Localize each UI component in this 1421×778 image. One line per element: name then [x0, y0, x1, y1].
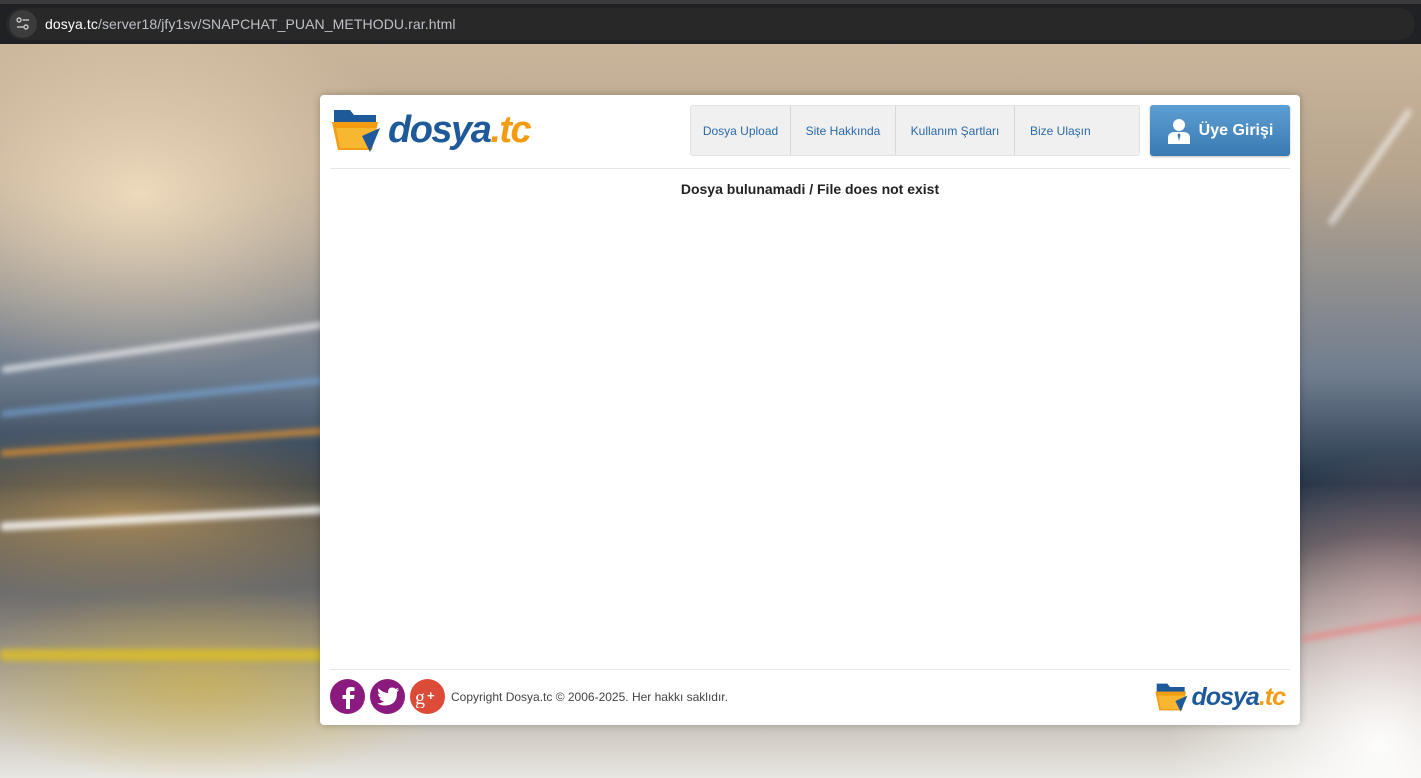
- main-card: dosya.tc Dosya Upload Site Hakkında Kull…: [320, 95, 1300, 725]
- nav-site-hakkinda[interactable]: Site Hakkında: [791, 106, 896, 155]
- logo-text: dosya.tc: [388, 109, 532, 151]
- copyright-text: Copyright Dosya.tc © 2006-2025. Her hakk…: [451, 690, 728, 704]
- browser-toolbar: dosya.tc/server18/jfy1sv/SNAPCHAT_PUAN_M…: [0, 0, 1421, 44]
- address-bar[interactable]: dosya.tc/server18/jfy1sv/SNAPCHAT_PUAN_M…: [6, 8, 1415, 40]
- footer-logo-text: dosya.tc: [1191, 682, 1286, 711]
- site-logo[interactable]: dosya.tc: [332, 106, 532, 154]
- twitter-link[interactable]: [370, 679, 405, 714]
- nav-kullanim-sartlari[interactable]: Kullanım Şartları: [896, 106, 1015, 155]
- folder-logo-icon: [332, 110, 380, 152]
- url-text: dosya.tc/server18/jfy1sv/SNAPCHAT_PUAN_M…: [45, 16, 456, 32]
- url-path: /server18/jfy1sv/SNAPCHAT_PUAN_METHODU.r…: [97, 16, 456, 32]
- main-nav: Dosya Upload Site Hakkında Kullanım Şart…: [690, 105, 1140, 156]
- footer: g + Copyright Dosya.tc © 2006-2025. Her …: [330, 679, 1290, 715]
- twitter-icon: [376, 687, 399, 705]
- url-domain: dosya.tc: [45, 16, 98, 32]
- footer-logo[interactable]: dosya.tc: [1154, 681, 1286, 713]
- google-plus-link[interactable]: g +: [410, 679, 445, 714]
- site-info-icon[interactable]: [9, 10, 37, 38]
- svg-text:g: g: [415, 687, 425, 708]
- google-plus-icon: g +: [415, 687, 435, 708]
- nav-bize-ulasin[interactable]: Bize Ulaşın: [1015, 106, 1105, 155]
- footer-divider: [330, 669, 1290, 670]
- login-button[interactable]: Üye Girişi: [1150, 105, 1290, 156]
- folder-logo-icon: [1154, 683, 1187, 712]
- nav-dosya-upload[interactable]: Dosya Upload: [691, 106, 791, 155]
- facebook-icon: [342, 686, 354, 709]
- svg-text:+: +: [427, 688, 435, 703]
- login-button-label: Üye Girişi: [1198, 121, 1274, 139]
- user-icon: [1167, 118, 1190, 144]
- facebook-link[interactable]: [330, 679, 365, 714]
- header-divider: [330, 168, 1290, 169]
- error-message: Dosya bulunamadi / File does not exist: [680, 181, 940, 197]
